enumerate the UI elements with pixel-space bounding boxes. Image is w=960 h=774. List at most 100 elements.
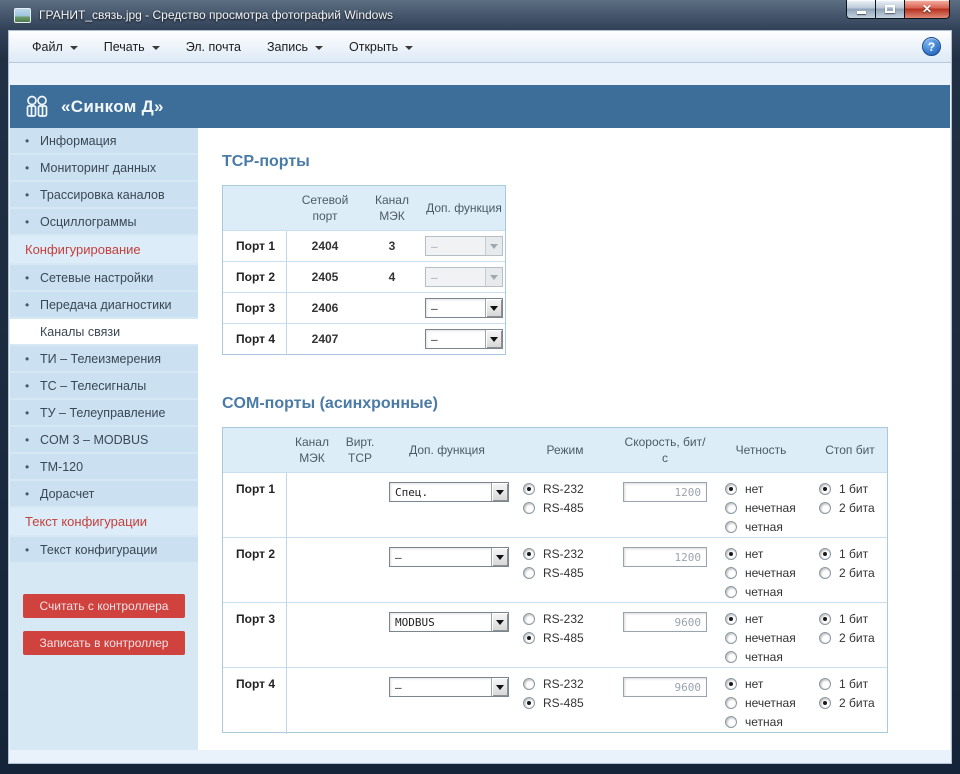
radio-icon [725, 548, 737, 560]
mek-channel-value [363, 293, 421, 323]
radio-rs232[interactable]: RS-232 [523, 677, 619, 691]
radio-stop-1bit[interactable]: 1 бит [819, 612, 889, 626]
dropdown-arrow-icon[interactable] [491, 613, 508, 631]
radio-rs485[interactable]: RS-485 [523, 566, 619, 580]
radio-stop-1bit[interactable]: 1 бит [819, 677, 889, 691]
radio-rs232[interactable]: RS-232 [523, 612, 619, 626]
read-from-controller-button[interactable]: Считать с контроллера [23, 594, 185, 618]
app-header: «Синком Д» [10, 85, 950, 128]
sidebar-item-doraschet[interactable]: Дорасчет [10, 481, 198, 506]
radio-stop-2bit[interactable]: 2 бита [819, 696, 889, 710]
com-ports-table: Канал МЭК Вирт. TCP Доп. функция Режим С… [222, 427, 888, 733]
tcp-port-row: Порт 2 2405 4 – [223, 261, 505, 292]
sidebar-item-information[interactable]: Информация [10, 128, 198, 153]
speed-input[interactable] [623, 612, 707, 632]
radio-stop-2bit[interactable]: 2 бита [819, 631, 889, 645]
chevron-down-icon [70, 46, 78, 50]
sidebar-item-config-text[interactable]: Текст конфигурации [10, 537, 198, 562]
speed-input[interactable] [623, 547, 707, 567]
mek-channel-value: 4 [363, 262, 421, 292]
extra-function-dropdown[interactable]: MODBUS [389, 612, 509, 632]
radio-rs485[interactable]: RS-485 [523, 696, 619, 710]
radio-parity-even[interactable]: четная [725, 520, 811, 534]
dropdown-arrow-icon[interactable] [491, 678, 508, 696]
radio-rs232[interactable]: RS-232 [523, 482, 619, 496]
virtual-tcp-value [337, 668, 383, 734]
extra-function-dropdown[interactable]: Спец. [389, 482, 509, 502]
titlebar[interactable]: ГРАНИТ_связь.jpg - Средство просмотра фо… [0, 0, 960, 30]
write-to-controller-button[interactable]: Записать в контроллер [23, 631, 185, 655]
sidebar-item-channel-trace[interactable]: Трассировка каналов [10, 182, 198, 207]
radio-rs485[interactable]: RS-485 [523, 501, 619, 515]
radio-icon [523, 632, 535, 644]
sidebar-item-network-settings[interactable]: Сетевые настройки [10, 265, 198, 290]
sidebar-item-comm-channels-active[interactable]: Каналы связи [10, 319, 198, 344]
mek-channel-value [287, 473, 337, 539]
radio-rs485[interactable]: RS-485 [523, 631, 619, 645]
maximize-button[interactable] [876, 0, 904, 19]
sidebar-actions: Считать с контроллера Записать в контрол… [10, 594, 198, 655]
radio-parity-even[interactable]: четная [725, 715, 811, 729]
radio-icon [725, 521, 737, 533]
dropdown-arrow-icon[interactable] [485, 299, 502, 317]
dropdown-arrow-icon [485, 237, 502, 255]
extra-function-dropdown[interactable]: – [425, 329, 503, 349]
extra-function-dropdown[interactable]: – [425, 298, 503, 318]
chevron-down-icon [405, 46, 413, 50]
radio-stop-1bit[interactable]: 1 бит [819, 547, 889, 561]
tcp-ports-table: Сетевой порт Канал МЭК Доп. функция Порт… [222, 185, 506, 355]
chevron-down-icon [315, 46, 323, 50]
radio-parity-none[interactable]: нет [725, 612, 811, 626]
menu-open[interactable]: Открыть [336, 35, 426, 59]
radio-parity-even[interactable]: четная [725, 650, 811, 664]
speed-input[interactable] [623, 482, 707, 502]
radio-stop-1bit[interactable]: 1 бит [819, 482, 889, 496]
minimize-button[interactable] [846, 0, 876, 19]
photo-canvas: «Синком Д» Информация Мониторинг данных … [9, 63, 951, 763]
radio-parity-even[interactable]: четная [725, 585, 811, 599]
sidebar-item-monitoring[interactable]: Мониторинг данных [10, 155, 198, 180]
radio-parity-odd[interactable]: нечетная [725, 501, 811, 515]
radio-parity-odd[interactable]: нечетная [725, 696, 811, 710]
dropdown-arrow-icon[interactable] [491, 483, 508, 501]
dropdown-arrow-icon[interactable] [485, 330, 502, 348]
sidebar-item-com3-modbus[interactable]: COM 3 – MODBUS [10, 427, 198, 452]
sidebar-item-ts[interactable]: ТС – Телесигналы [10, 373, 198, 398]
extra-function-dropdown[interactable]: – [389, 547, 509, 567]
menu-print[interactable]: Печать [91, 35, 173, 59]
brand-title: «Синком Д» [61, 97, 164, 117]
port-label: Порт 2 [223, 262, 287, 292]
extra-function-dropdown: – [425, 236, 503, 256]
sidebar-item-tm120[interactable]: ТМ-120 [10, 454, 198, 479]
virtual-tcp-value [337, 603, 383, 669]
radio-stop-2bit[interactable]: 2 бита [819, 501, 889, 515]
window-controls: ✕ [846, 0, 950, 19]
sidebar-item-tu[interactable]: ТУ – Телеуправление [10, 400, 198, 425]
radio-parity-odd[interactable]: нечетная [725, 566, 811, 580]
sidebar-item-diagnostics[interactable]: Передача диагностики [10, 292, 198, 317]
help-icon[interactable]: ? [922, 37, 941, 56]
radio-icon [725, 632, 737, 644]
radio-parity-odd[interactable]: нечетная [725, 631, 811, 645]
tcp-table-header: Сетевой порт Канал МЭК Доп. функция [223, 186, 505, 230]
sidebar-item-oscillograms[interactable]: Осциллограммы [10, 209, 198, 234]
radio-icon [819, 697, 831, 709]
col-parity: Четность [711, 428, 811, 472]
radio-parity-none[interactable]: нет [725, 482, 811, 496]
speed-input[interactable] [623, 677, 707, 697]
radio-parity-none[interactable]: нет [725, 677, 811, 691]
close-button[interactable]: ✕ [904, 0, 950, 19]
extra-function-dropdown[interactable]: – [389, 677, 509, 697]
menu-file[interactable]: Файл [19, 35, 91, 59]
radio-rs232[interactable]: RS-232 [523, 547, 619, 561]
menu-burn[interactable]: Запись [254, 35, 336, 59]
radio-icon [819, 483, 831, 495]
radio-parity-none[interactable]: нет [725, 547, 811, 561]
menu-email[interactable]: Эл. почта [173, 35, 254, 59]
radio-stop-2bit[interactable]: 2 бита [819, 566, 889, 580]
dropdown-arrow-icon[interactable] [491, 548, 508, 566]
network-port-value: 2405 [287, 262, 363, 292]
network-port-value: 2406 [287, 293, 363, 323]
sidebar-item-ti[interactable]: ТИ – Телеизмерения [10, 346, 198, 371]
port-label: Порт 1 [223, 231, 287, 261]
